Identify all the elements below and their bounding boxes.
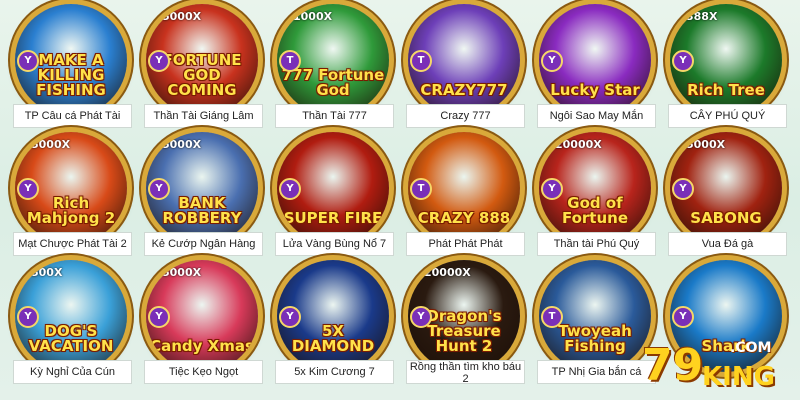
game-logo-title: CRAZY777 xyxy=(420,81,508,99)
game-caption[interactable]: 5x Kim Cương 7 xyxy=(275,360,394,384)
multiplier-label: 20000X xyxy=(424,266,471,279)
provider-badge-icon: Y xyxy=(17,178,39,200)
provider-badge-icon: Y xyxy=(279,178,301,200)
game-tile[interactable]: Candy Xmas 5000X Y Tiệc Kẹo Ngọt xyxy=(136,260,267,394)
game-tile[interactable]: 777 Fortune God 1000X T Thần Tài 777 xyxy=(267,4,398,138)
game-tile[interactable]: 5X DIAMOND Y 5x Kim Cương 7 xyxy=(267,260,398,394)
provider-badge-icon: Y xyxy=(541,50,563,72)
game-caption[interactable]: Kỳ Nghỉ Của Cún xyxy=(13,360,132,384)
multiplier-label: 5000X xyxy=(162,266,202,279)
game-logo-title: God of Fortune xyxy=(561,194,629,227)
game-caption[interactable]: Mạt Chược Phát Tài 2 xyxy=(13,232,132,256)
game-logo-title: BANK ROBBERY xyxy=(162,194,242,227)
provider-badge-icon: Y xyxy=(148,178,170,200)
game-tile[interactable]: Lucky Star Y Ngôi Sao May Mắn xyxy=(529,4,660,138)
multiplier-label: 500X xyxy=(31,266,63,279)
logo-word: KING xyxy=(702,362,775,392)
multiplier-label: 5000X xyxy=(31,138,71,151)
brand-logo: 79 .COM KING xyxy=(642,336,794,394)
game-tile[interactable]: Rich Tree 388X Y CÂY PHÚ QUÝ xyxy=(660,4,791,138)
game-tile[interactable]: SUPER FIRE Y Lửa Vàng Bùng Nổ 7 xyxy=(267,132,398,266)
game-tile[interactable]: SABONG 5000X Y Vua Đá gà xyxy=(660,132,791,266)
provider-badge-icon: Y xyxy=(672,306,694,328)
game-logo-title: Twoyeah Fishing xyxy=(558,322,632,355)
provider-badge-icon: T xyxy=(279,50,301,72)
game-caption[interactable]: CÂY PHÚ QUÝ xyxy=(668,104,787,128)
game-logo-title: Lucky Star xyxy=(550,81,640,99)
game-tile[interactable]: DOG'S VACATION 500X Y Kỳ Nghỉ Của Cún xyxy=(5,260,136,394)
provider-badge-icon: T xyxy=(541,306,563,328)
game-caption[interactable]: Thần Tài Giáng Lâm xyxy=(144,104,263,128)
game-tile[interactable]: Dragon's Treasure Hunt 2 20000X Y Rồng thần… xyxy=(398,260,529,394)
provider-badge-icon: Y xyxy=(17,306,39,328)
game-logo-title: 5X DIAMOND xyxy=(291,322,375,355)
game-caption[interactable]: Tiệc Kẹo Ngọt xyxy=(144,360,263,384)
multiplier-label: 5000X xyxy=(162,10,202,23)
game-caption[interactable]: Crazy 777 xyxy=(406,104,525,128)
game-tile[interactable]: Twoyeah Fishing T TP Nhị Gia bắn cá xyxy=(529,260,660,394)
provider-badge-icon: Y xyxy=(672,178,694,200)
multiplier-label: 1000X xyxy=(293,10,333,23)
game-logo-title: Rich Mahjong 2 xyxy=(26,194,116,227)
game-logo-title: Candy Xmas xyxy=(150,337,254,355)
game-caption[interactable]: Kẻ Cướp Ngân Hàng xyxy=(144,232,263,256)
game-logo-title: SUPER FIRE xyxy=(283,209,383,227)
provider-badge-icon: Y xyxy=(672,50,694,72)
provider-badge-icon: Y xyxy=(17,50,39,72)
game-caption[interactable]: TP Câu cá Phát Tài xyxy=(13,104,132,128)
game-logo-title: SABONG xyxy=(690,209,762,227)
provider-badge-icon: Y xyxy=(148,50,170,72)
logo-number: 79 xyxy=(642,340,704,391)
game-tile[interactable]: BANK ROBBERY 5000X Y Kẻ Cướp Ngân Hàng xyxy=(136,132,267,266)
game-tile[interactable]: FORTUNE GOD COMING 5000X Y Thần Tài Giáng L… xyxy=(136,4,267,138)
provider-badge-icon: T xyxy=(410,50,432,72)
game-caption[interactable]: Ngôi Sao May Mắn xyxy=(537,104,656,128)
multiplier-label: 5000X xyxy=(162,138,202,151)
logo-suffix: .COM xyxy=(730,340,772,356)
multiplier-label: 20000X xyxy=(555,138,602,151)
game-tile[interactable]: MAKE A KILLING FISHING Y TP Câu cá Phát Tà… xyxy=(5,4,136,138)
game-tile[interactable]: Rich Mahjong 2 5000X Y Mạt Chược Phát Tài 2 xyxy=(5,132,136,266)
game-caption[interactable]: Thần Tài 777 xyxy=(275,104,394,128)
game-caption[interactable]: Phát Phát Phát xyxy=(406,232,525,256)
game-tile[interactable]: CRAZY777 T Crazy 777 xyxy=(398,4,529,138)
game-tile[interactable]: CRAZY 888 T Phát Phát Phát xyxy=(398,132,529,266)
multiplier-label: 388X xyxy=(686,10,718,23)
game-caption[interactable]: TP Nhị Gia bắn cá xyxy=(537,360,656,384)
game-logo-title: Rich Tree xyxy=(687,81,765,99)
game-caption[interactable]: Rồng thần tìm kho báu 2 xyxy=(406,360,525,384)
game-caption[interactable]: Thần tài Phú Quý xyxy=(537,232,656,256)
provider-badge-icon: T xyxy=(410,178,432,200)
provider-badge-icon: Y xyxy=(148,306,170,328)
provider-badge-icon: Y xyxy=(410,306,432,328)
game-logo-title: CRAZY 888 xyxy=(417,209,511,227)
provider-badge-icon: Y xyxy=(279,306,301,328)
game-caption[interactable]: Lửa Vàng Bùng Nổ 7 xyxy=(275,232,394,256)
game-caption[interactable]: Vua Đá gà xyxy=(668,232,787,256)
game-tile[interactable]: God of Fortune 20000X Y Thần tài Phú Quý xyxy=(529,132,660,266)
multiplier-label: 5000X xyxy=(686,138,726,151)
game-logo-title: 777 Fortune God xyxy=(281,66,385,99)
provider-badge-icon: Y xyxy=(541,178,563,200)
game-logo-title: DOG'S VACATION xyxy=(28,322,114,355)
